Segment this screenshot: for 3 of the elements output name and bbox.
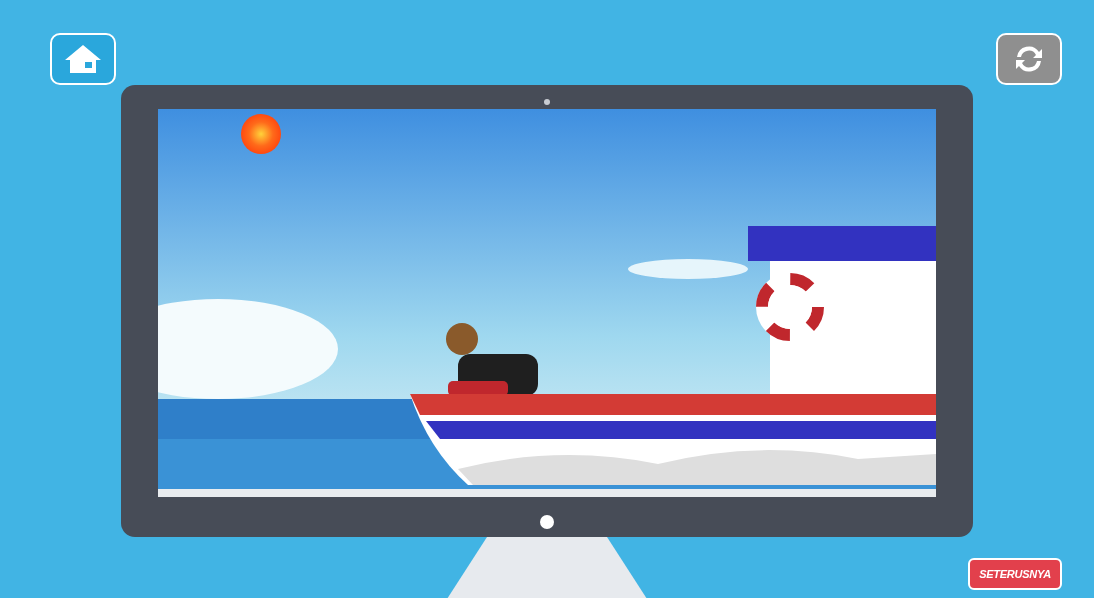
next-button[interactable]: SETERUSNYA	[968, 558, 1062, 590]
home-icon	[63, 43, 103, 75]
home-button[interactable]	[50, 33, 116, 85]
